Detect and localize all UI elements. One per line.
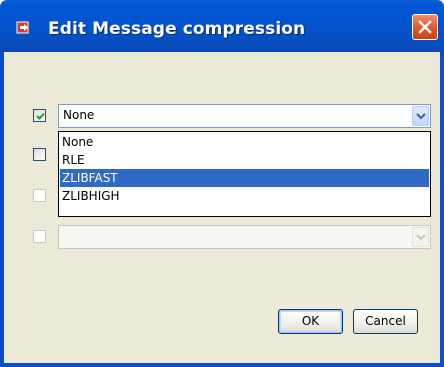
compression-checkbox-1[interactable] xyxy=(33,109,46,122)
window-title: Edit Message compression xyxy=(48,19,306,39)
dropdown-option-zlibfast[interactable]: ZLIBFAST xyxy=(60,169,429,187)
compression-checkbox-4 xyxy=(33,230,46,243)
title-bar[interactable]: Edit Message compression xyxy=(0,0,444,52)
chevron-down-icon xyxy=(416,113,426,120)
compression-select-4-dropdown-button xyxy=(412,227,429,247)
chevron-down-icon xyxy=(416,234,426,241)
compression-select-1-dropdown-button[interactable] xyxy=(412,106,429,126)
compression-checkbox-3 xyxy=(33,189,46,202)
ok-button[interactable]: OK xyxy=(278,309,343,334)
dropdown-option-none[interactable]: None xyxy=(60,133,429,151)
compression-dropdown-list: None RLE ZLIBFAST ZLIBHIGH xyxy=(58,131,431,217)
cancel-button[interactable]: Cancel xyxy=(353,309,418,334)
compression-checkbox-2[interactable] xyxy=(33,148,46,161)
close-icon xyxy=(418,20,432,34)
dropdown-option-zlibhigh[interactable]: ZLIBHIGH xyxy=(60,187,429,205)
window-frame-right xyxy=(440,52,444,367)
compression-select-4 xyxy=(58,225,431,249)
close-button[interactable] xyxy=(412,14,438,40)
dropdown-option-rle[interactable]: RLE xyxy=(60,151,429,169)
app-icon xyxy=(16,20,32,36)
window-frame-bottom xyxy=(0,363,444,367)
checkmark-icon xyxy=(36,112,45,120)
dialog-window: Edit Message compression None OK Cancel … xyxy=(0,0,444,367)
compression-select-1[interactable]: None xyxy=(58,104,431,128)
compression-select-1-value: None xyxy=(63,108,95,122)
